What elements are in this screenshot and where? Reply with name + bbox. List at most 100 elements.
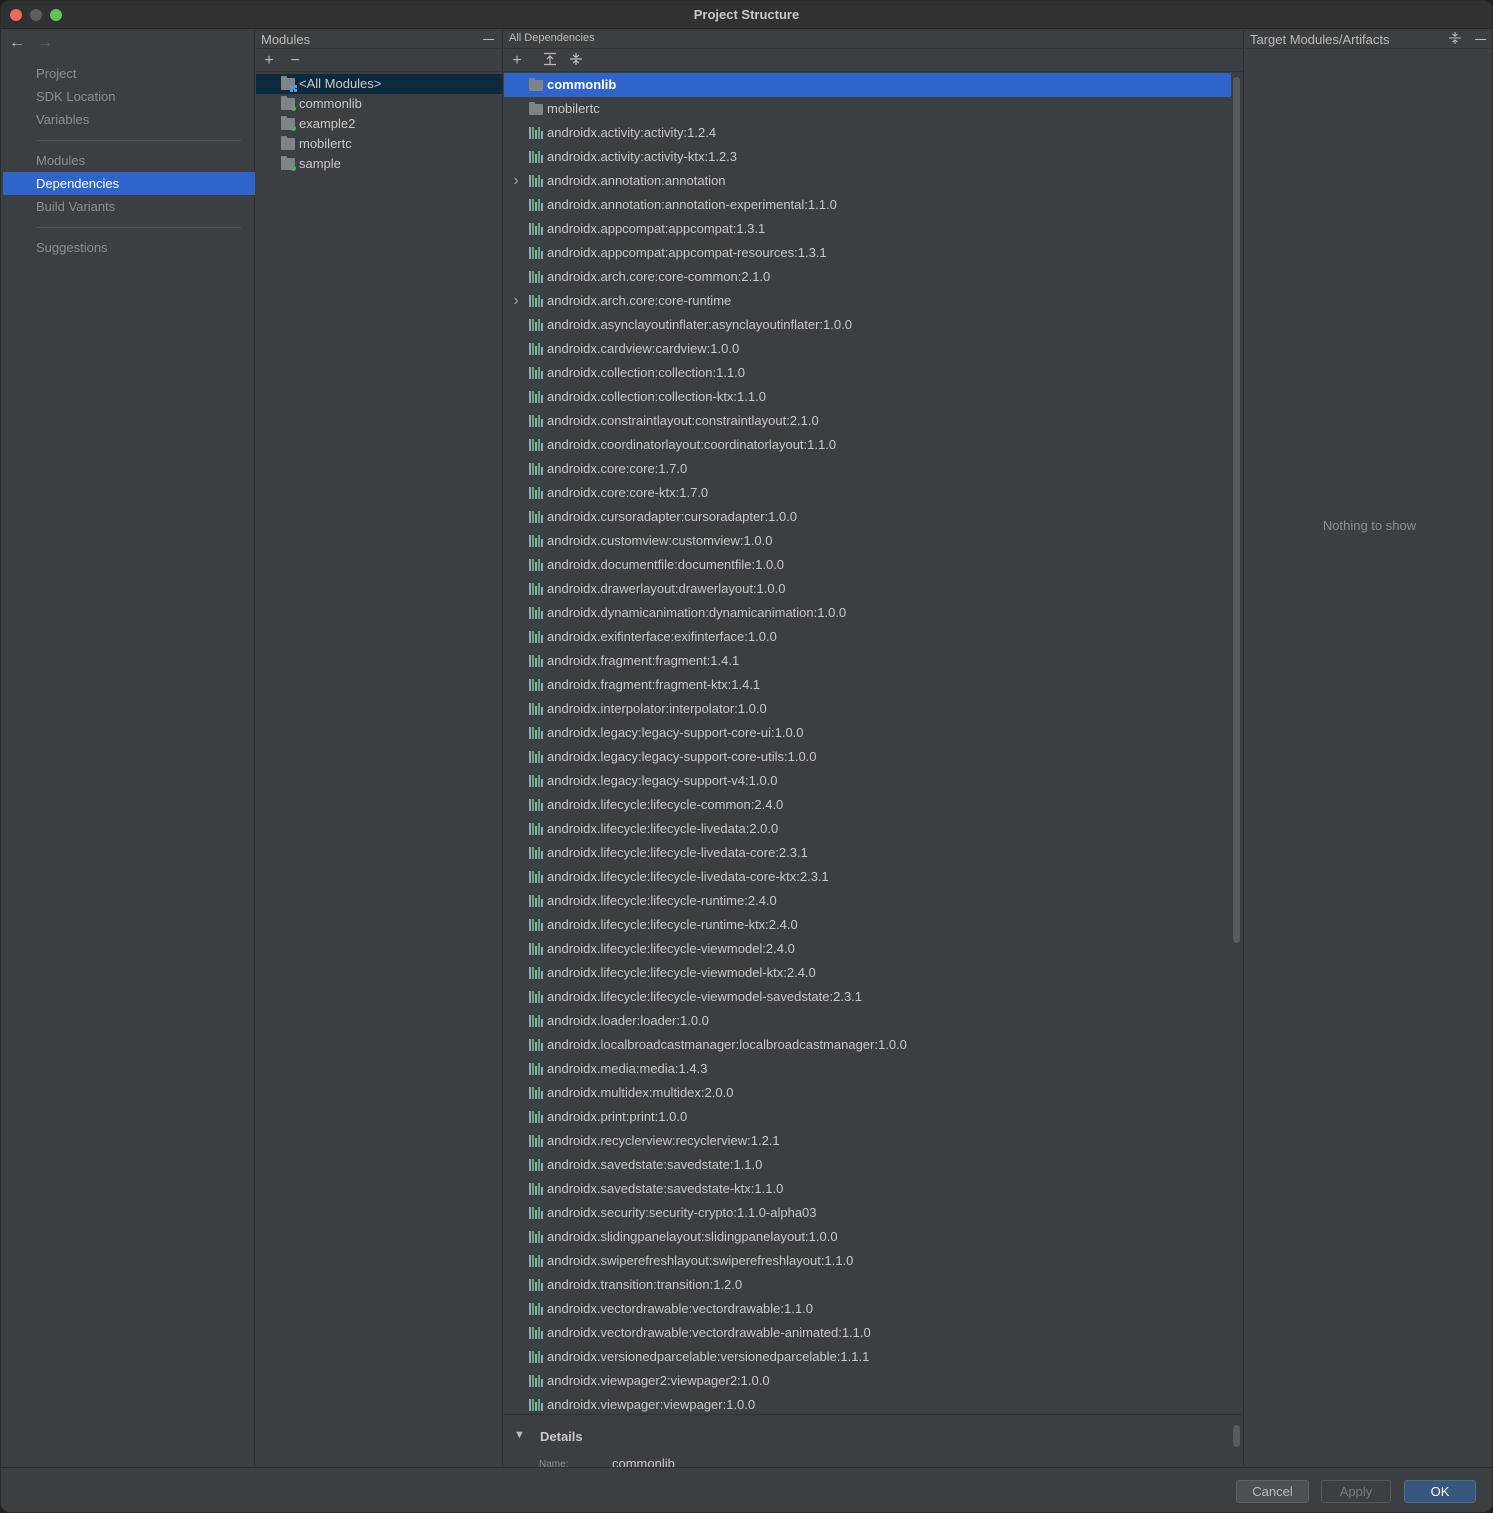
library-icon bbox=[529, 1159, 543, 1171]
library-icon bbox=[529, 1255, 543, 1267]
collapse-all-icon[interactable] bbox=[568, 52, 584, 70]
details-scrollbar[interactable] bbox=[1233, 1425, 1240, 1447]
hide-panel-icon[interactable] bbox=[1474, 30, 1488, 48]
dependency-item[interactable]: androidx.versionedparcelable:versionedpa… bbox=[504, 1345, 1231, 1369]
dependency-item[interactable]: androidx.legacy:legacy-support-v4:1.0.0 bbox=[504, 769, 1231, 793]
sidebar-item-suggestions[interactable]: Suggestions bbox=[3, 236, 255, 259]
dependency-item[interactable]: mobilertc bbox=[504, 97, 1231, 121]
dependency-item[interactable]: androidx.customview:customview:1.0.0 bbox=[504, 529, 1231, 553]
sidebar-item-project[interactable]: Project bbox=[3, 62, 255, 85]
dependency-item[interactable]: androidx.cursoradapter:cursoradapter:1.0… bbox=[504, 505, 1231, 529]
sidebar-item-variables[interactable]: Variables bbox=[3, 108, 255, 131]
sidebar-item-modules[interactable]: Modules bbox=[3, 149, 255, 172]
dependency-item-label: androidx.versionedparcelable:versionedpa… bbox=[547, 1349, 870, 1364]
dependency-item[interactable]: androidx.dynamicanimation:dynamicanimati… bbox=[504, 601, 1231, 625]
dependency-item[interactable]: commonlib bbox=[504, 73, 1231, 97]
dependency-item[interactable]: androidx.media:media:1.4.3 bbox=[504, 1057, 1231, 1081]
add-module-icon[interactable]: + bbox=[261, 52, 277, 70]
module-item-commonlib[interactable]: commonlib bbox=[256, 94, 502, 114]
dependency-item[interactable]: androidx.multidex:multidex:2.0.0 bbox=[504, 1081, 1231, 1105]
dependency-item[interactable]: androidx.recyclerview:recyclerview:1.2.1 bbox=[504, 1129, 1231, 1153]
back-arrow-icon[interactable]: ← bbox=[9, 33, 25, 53]
details-collapse-icon[interactable]: ▼ bbox=[514, 1429, 525, 1441]
expand-all-icon[interactable] bbox=[542, 52, 558, 70]
dependency-item[interactable]: androidx.viewpager:viewpager:1.0.0 bbox=[504, 1393, 1231, 1414]
dependency-item[interactable]: androidx.print:print:1.0.0 bbox=[504, 1105, 1231, 1129]
dependency-item[interactable]: androidx.lifecycle:lifecycle-livedata-co… bbox=[504, 841, 1231, 865]
dependency-item[interactable]: androidx.swiperefreshlayout:swiperefresh… bbox=[504, 1249, 1231, 1273]
dependency-item[interactable]: androidx.lifecycle:lifecycle-viewmodel:2… bbox=[504, 937, 1231, 961]
dependency-item-label: androidx.collection:collection:1.1.0 bbox=[547, 365, 746, 380]
dependency-item[interactable]: androidx.lifecycle:lifecycle-viewmodel-s… bbox=[504, 985, 1231, 1009]
dependency-item[interactable]: › androidx.arch.core:core-runtime bbox=[504, 289, 1231, 313]
dependency-item-label: androidx.fragment:fragment-ktx:1.4.1 bbox=[547, 677, 761, 692]
apply-button[interactable]: Apply bbox=[1321, 1480, 1391, 1503]
dependency-item[interactable]: androidx.slidingpanelayout:slidingpanela… bbox=[504, 1225, 1231, 1249]
dependency-item[interactable]: androidx.lifecycle:lifecycle-livedata-co… bbox=[504, 865, 1231, 889]
dependency-item[interactable]: androidx.loader:loader:1.0.0 bbox=[504, 1009, 1231, 1033]
dependency-item[interactable]: androidx.lifecycle:lifecycle-livedata:2.… bbox=[504, 817, 1231, 841]
sidebar-item-dependencies[interactable]: Dependencies bbox=[3, 172, 255, 195]
dependency-item[interactable]: androidx.core:core:1.7.0 bbox=[504, 457, 1231, 481]
module-folder-icon bbox=[529, 102, 543, 115]
dependencies-scrollbar[interactable] bbox=[1233, 77, 1240, 943]
dependency-item[interactable]: androidx.documentfile:documentfile:1.0.0 bbox=[504, 553, 1231, 577]
module-item-all-modules[interactable]: <All Modules> bbox=[256, 74, 502, 94]
dependency-item[interactable]: androidx.drawerlayout:drawerlayout:1.0.0 bbox=[504, 577, 1231, 601]
dependency-item[interactable]: androidx.collection:collection:1.1.0 bbox=[504, 361, 1231, 385]
dependency-item[interactable]: androidx.viewpager2:viewpager2:1.0.0 bbox=[504, 1369, 1231, 1393]
dependency-item[interactable]: androidx.annotation:annotation-experimen… bbox=[504, 193, 1231, 217]
dependency-item[interactable]: androidx.legacy:legacy-support-core-ui:1… bbox=[504, 721, 1231, 745]
library-icon bbox=[529, 991, 543, 1003]
module-item-mobilertc[interactable]: mobilertc bbox=[256, 134, 502, 154]
sidebar-item-build-variants[interactable]: Build Variants bbox=[3, 195, 255, 218]
dependency-item-label: androidx.print:print:1.0.0 bbox=[547, 1109, 688, 1124]
dependency-item[interactable]: androidx.localbroadcastmanager:localbroa… bbox=[504, 1033, 1231, 1057]
chevron-right-icon[interactable]: › bbox=[510, 169, 522, 193]
dependency-item[interactable]: androidx.activity:activity:1.2.4 bbox=[504, 121, 1231, 145]
collapse-icon[interactable] bbox=[1448, 32, 1462, 48]
dependency-item-label: androidx.lifecycle:lifecycle-common:2.4.… bbox=[547, 797, 784, 812]
dependency-item[interactable]: androidx.asynclayoutinflater:asynclayout… bbox=[504, 313, 1231, 337]
dependency-item[interactable]: androidx.cardview:cardview:1.0.0 bbox=[504, 337, 1231, 361]
dependency-item[interactable]: androidx.constraintlayout:constraintlayo… bbox=[504, 409, 1231, 433]
dependency-item[interactable]: androidx.lifecycle:lifecycle-runtime:2.4… bbox=[504, 889, 1231, 913]
dependency-item[interactable]: androidx.exifinterface:exifinterface:1.0… bbox=[504, 625, 1231, 649]
library-icon bbox=[529, 943, 543, 955]
dependency-item[interactable]: androidx.vectordrawable:vectordrawable-a… bbox=[504, 1321, 1231, 1345]
cancel-button[interactable]: Cancel bbox=[1236, 1480, 1309, 1503]
dependency-item[interactable]: androidx.lifecycle:lifecycle-common:2.4.… bbox=[504, 793, 1231, 817]
dependency-item[interactable]: androidx.fragment:fragment:1.4.1 bbox=[504, 649, 1231, 673]
dependency-item[interactable]: androidx.fragment:fragment-ktx:1.4.1 bbox=[504, 673, 1231, 697]
dependency-item[interactable]: androidx.appcompat:appcompat-resources:1… bbox=[504, 241, 1231, 265]
library-icon bbox=[529, 1135, 543, 1147]
dependency-item[interactable]: androidx.interpolator:interpolator:1.0.0 bbox=[504, 697, 1231, 721]
forward-arrow-icon[interactable]: → bbox=[37, 33, 53, 53]
dependency-item[interactable]: androidx.coordinatorlayout:coordinatorla… bbox=[504, 433, 1231, 457]
hide-panel-icon[interactable] bbox=[482, 30, 496, 48]
module-item-sample[interactable]: sample bbox=[256, 154, 502, 174]
dependency-item[interactable]: androidx.arch.core:core-common:2.1.0 bbox=[504, 265, 1231, 289]
sidebar-item-sdk-location[interactable]: SDK Location bbox=[3, 85, 255, 108]
dependency-item-label: androidx.transition:transition:1.2.0 bbox=[547, 1277, 743, 1292]
chevron-right-icon[interactable]: › bbox=[510, 289, 522, 313]
dependency-item[interactable]: androidx.savedstate:savedstate:1.1.0 bbox=[504, 1153, 1231, 1177]
dependency-item[interactable]: androidx.security:security-crypto:1.1.0-… bbox=[504, 1201, 1231, 1225]
library-icon bbox=[529, 127, 543, 139]
dependency-item[interactable]: androidx.savedstate:savedstate-ktx:1.1.0 bbox=[504, 1177, 1231, 1201]
dependency-item[interactable]: androidx.collection:collection-ktx:1.1.0 bbox=[504, 385, 1231, 409]
dependency-item[interactable]: androidx.activity:activity-ktx:1.2.3 bbox=[504, 145, 1231, 169]
dependency-item[interactable]: androidx.legacy:legacy-support-core-util… bbox=[504, 745, 1231, 769]
dependency-item[interactable]: androidx.vectordrawable:vectordrawable:1… bbox=[504, 1297, 1231, 1321]
dependency-item[interactable]: androidx.core:core-ktx:1.7.0 bbox=[504, 481, 1231, 505]
dependency-item[interactable]: › androidx.annotation:annotation bbox=[504, 169, 1231, 193]
dependency-item[interactable]: androidx.appcompat:appcompat:1.3.1 bbox=[504, 217, 1231, 241]
module-item-example2[interactable]: example2 bbox=[256, 114, 502, 134]
remove-module-icon[interactable]: − bbox=[287, 52, 303, 70]
dependency-item[interactable]: androidx.transition:transition:1.2.0 bbox=[504, 1273, 1231, 1297]
dependency-item[interactable]: androidx.lifecycle:lifecycle-runtime-ktx… bbox=[504, 913, 1231, 937]
add-dependency-icon[interactable]: + bbox=[509, 52, 525, 70]
dependency-item-label: androidx.lifecycle:lifecycle-livedata:2.… bbox=[547, 821, 779, 836]
ok-button[interactable]: OK bbox=[1404, 1480, 1476, 1503]
dependency-item[interactable]: androidx.lifecycle:lifecycle-viewmodel-k… bbox=[504, 961, 1231, 985]
